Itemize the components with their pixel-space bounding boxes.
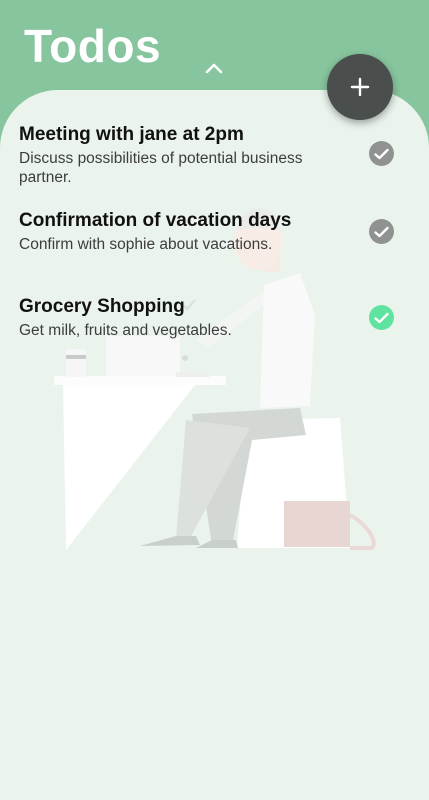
desk-worker-illustration [54,208,376,550]
check-icon [374,226,389,237]
todo-description: Get milk, fruits and vegetables. [19,322,232,339]
todo-description: Confirm with sophie about vacations. [19,236,273,253]
add-todo-button[interactable] [327,54,393,120]
complete-toggle[interactable] [369,219,394,244]
todo-item[interactable]: Meeting with jane at 2pm Discuss possibi… [19,124,414,187]
page-title: Todos [24,20,162,72]
todo-description: Discuss possibilities of potential busin… [19,150,303,186]
check-icon [374,312,389,323]
todo-title: Confirmation of vacation days [19,210,292,231]
todo-item[interactable]: Grocery Shopping Get milk, fruits and ve… [19,296,414,340]
complete-toggle[interactable] [369,305,394,330]
todo-sheet [0,90,429,800]
check-icon [374,148,389,159]
complete-toggle[interactable] [369,141,394,166]
todo-item[interactable]: Confirmation of vacation days Confirm wi… [19,210,414,254]
todo-title: Meeting with jane at 2pm [19,124,244,145]
chevron-up-icon [205,63,223,74]
plus-icon [350,77,370,97]
collapse-button[interactable] [199,54,229,82]
todo-title: Grocery Shopping [19,296,185,317]
